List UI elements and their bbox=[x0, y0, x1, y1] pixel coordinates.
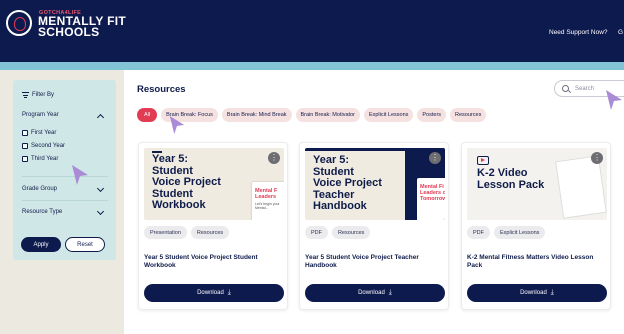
need-support-link[interactable]: Need Support Now? bbox=[549, 29, 608, 36]
search-placeholder: Search bbox=[575, 85, 595, 92]
option-first-year[interactable]: First Year bbox=[22, 130, 56, 136]
card-tags: PDF Resources bbox=[305, 226, 371, 239]
download-label: Download bbox=[197, 290, 224, 296]
filter-icon bbox=[22, 92, 29, 98]
reset-button[interactable]: Reset bbox=[65, 237, 105, 252]
checkbox-icon[interactable] bbox=[22, 130, 28, 136]
thumb-sketch-page bbox=[555, 155, 607, 219]
card-title[interactable]: Year 5 Student Voice Project Teacher Han… bbox=[305, 254, 445, 270]
download-icon: ⤓ bbox=[550, 289, 554, 296]
more-icon[interactable]: ⋮ bbox=[268, 152, 280, 164]
header-band bbox=[0, 62, 624, 70]
card-thumbnail[interactable]: Year 5: Student Voice Project Teacher Ha… bbox=[305, 148, 445, 220]
option-label: Third Year bbox=[31, 156, 59, 162]
divider bbox=[22, 176, 108, 177]
thumb-title: Year 5: Student Voice Project Student Wo… bbox=[152, 153, 221, 211]
tag: PDF bbox=[305, 226, 328, 239]
option-label: Second Year bbox=[31, 143, 66, 149]
card-title[interactable]: K-2 Mental Fitness Matters Video Lesson … bbox=[467, 254, 607, 270]
apply-button[interactable]: Apply bbox=[21, 237, 61, 252]
site-header: GOTCHA4LIFE MENTALLY FIT SCHOOLS Need Su… bbox=[0, 0, 624, 62]
filter-by-heading: Filter By bbox=[22, 92, 54, 98]
thumb-title: Year 5: Student Voice Project Teacher Ha… bbox=[313, 154, 382, 212]
more-icon[interactable]: ⋮ bbox=[591, 152, 603, 164]
download-button[interactable]: Download ⤓ bbox=[144, 284, 284, 302]
checkbox-icon[interactable] bbox=[22, 156, 28, 162]
divider bbox=[22, 200, 108, 201]
grade-group-toggle[interactable]: Grade Group bbox=[22, 186, 57, 192]
header-link-cut[interactable]: G bbox=[618, 29, 623, 36]
more-icon[interactable]: ⋮ bbox=[429, 152, 441, 164]
chip-explicit-lessons[interactable]: Explicit Lessons bbox=[363, 108, 414, 122]
resource-card[interactable]: Year 5: Student Voice Project Teacher Ha… bbox=[299, 142, 449, 310]
thumb-title: K-2 Video Lesson Pack bbox=[477, 167, 545, 191]
download-label: Download bbox=[520, 290, 547, 296]
card-tags: Presentation Resources bbox=[144, 226, 230, 239]
play-icon bbox=[477, 156, 489, 165]
card-title[interactable]: Year 5 Student Voice Project Student Wor… bbox=[144, 254, 284, 270]
thumb-inset-page: Mental F Leaders Let's begin your Mental… bbox=[252, 182, 284, 220]
program-year-toggle[interactable]: Program Year bbox=[22, 112, 59, 118]
card-thumbnail[interactable]: K-2 Video Lesson Pack ⋮ bbox=[467, 148, 607, 220]
filter-by-label: Filter By bbox=[32, 92, 55, 98]
page-title: Resources bbox=[137, 84, 186, 95]
option-second-year[interactable]: Second Year bbox=[22, 143, 65, 149]
download-icon: ⤓ bbox=[227, 289, 231, 296]
chip-brain-break-mind-break[interactable]: Brain Break: Mind Break bbox=[221, 108, 292, 122]
category-chips: All Brain Break: Focus Brain Break: Mind… bbox=[137, 108, 487, 122]
chip-all[interactable]: All bbox=[137, 108, 158, 122]
thumb-inset-subtitle: Let's begin your Mental... bbox=[255, 202, 280, 210]
card-thumbnail[interactable]: Year 5: Student Voice Project Student Wo… bbox=[144, 148, 284, 220]
brand-line-2[interactable]: SCHOOLS bbox=[38, 26, 99, 38]
tag: Presentation bbox=[144, 226, 187, 239]
logo-seal-icon[interactable] bbox=[6, 10, 32, 36]
tag: Resources bbox=[190, 226, 230, 239]
option-third-year[interactable]: Third Year bbox=[22, 156, 58, 162]
card-tags: PDF Explicit Lessons bbox=[467, 226, 546, 239]
option-label: First Year bbox=[31, 130, 57, 136]
thumb-inset-title: Mental F Leaders bbox=[255, 188, 278, 200]
filter-panel bbox=[13, 80, 116, 260]
thumb-inset-page: Mental Fi Leaders o Tomorrow bbox=[417, 178, 445, 220]
chip-posters[interactable]: Posters bbox=[417, 108, 447, 122]
download-label: Download bbox=[358, 290, 385, 296]
chip-brain-break-motivator[interactable]: Brain Break: Motivator bbox=[295, 108, 360, 122]
search-icon bbox=[562, 85, 569, 92]
resource-type-toggle[interactable]: Resource Type bbox=[22, 209, 62, 215]
tag: Resources bbox=[332, 226, 371, 239]
tag: PDF bbox=[467, 226, 490, 239]
checkbox-icon[interactable] bbox=[22, 143, 28, 149]
download-button[interactable]: Download ⤓ bbox=[305, 284, 445, 302]
chip-resources[interactable]: Resources bbox=[450, 108, 487, 122]
tag: Explicit Lessons bbox=[494, 226, 546, 239]
resource-card[interactable]: Year 5: Student Voice Project Student Wo… bbox=[138, 142, 288, 310]
thumb-inset-title: Mental Fi Leaders o Tomorrow bbox=[420, 184, 445, 202]
download-button[interactable]: Download ⤓ bbox=[467, 284, 607, 302]
download-icon: ⤓ bbox=[388, 289, 392, 296]
resource-card[interactable]: K-2 Video Lesson Pack ⋮ PDF Explicit Les… bbox=[461, 142, 611, 310]
